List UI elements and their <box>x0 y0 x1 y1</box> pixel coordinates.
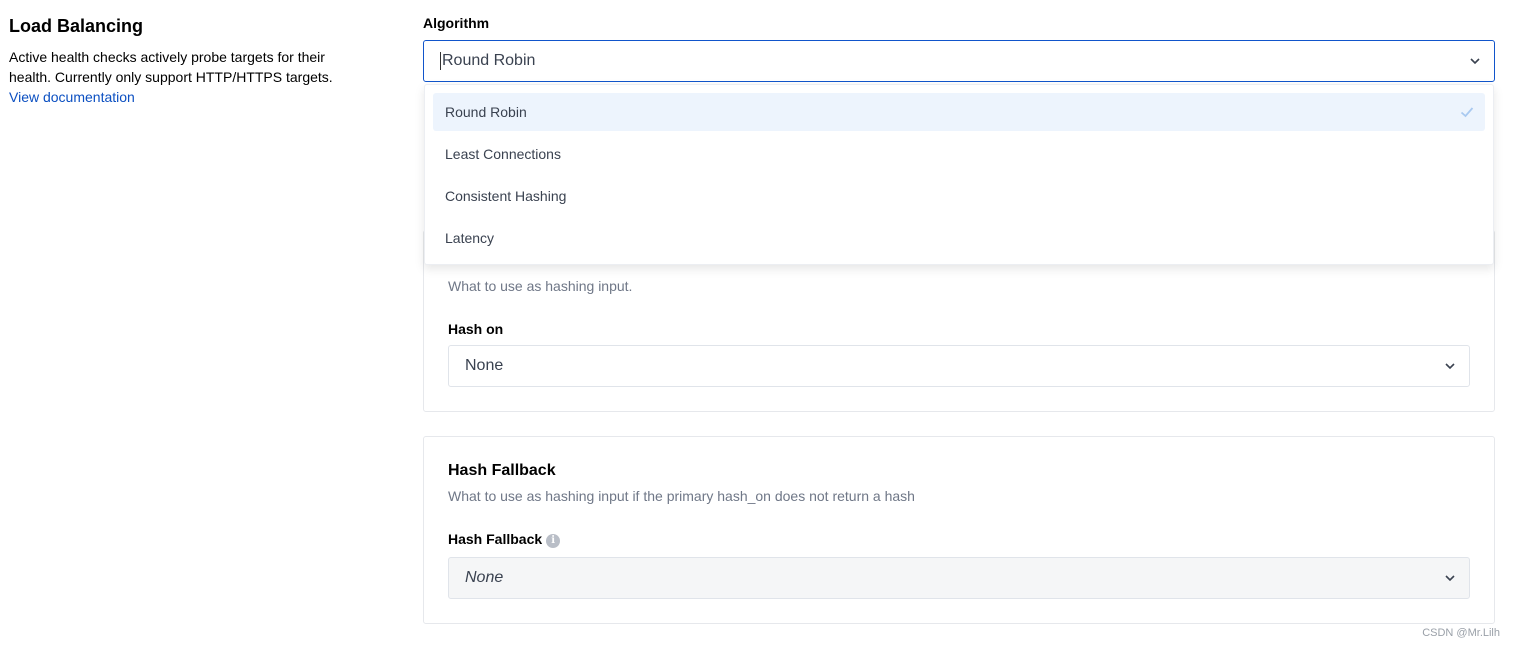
algorithm-label: Algorithm <box>423 15 490 31</box>
info-icon[interactable]: i <box>546 534 561 548</box>
watermark: CSDN @Mr.Lilh <box>1422 627 1500 639</box>
algorithm-select[interactable]: Round Robin <box>423 40 1495 82</box>
hash-fallback-select[interactable]: None <box>448 557 1470 599</box>
view-documentation-link[interactable]: View documentation <box>9 87 135 107</box>
section-title: Load Balancing <box>9 16 144 36</box>
text-caret <box>440 52 441 70</box>
chevron-down-icon <box>1445 363 1455 370</box>
chevron-down-icon <box>1470 58 1480 65</box>
hash-fallback-select-value: None <box>465 569 504 586</box>
algorithm-select-value: Round Robin <box>442 52 536 69</box>
menu-item-latency[interactable]: Latency <box>433 219 1485 257</box>
page: Load Balancing Active health checks acti… <box>0 0 1515 647</box>
check-icon <box>1460 107 1474 118</box>
hash-fallback-label-text: Hash Fallback <box>448 531 543 547</box>
hash-on-select-value: None <box>465 357 504 374</box>
menu-item-consistent-hashing[interactable]: Consistent Hashing <box>433 177 1485 215</box>
menu-item-label: Least Connections <box>445 146 561 162</box>
hash-fallback-title: Hash Fallback <box>448 462 556 479</box>
hash-fallback-card: Hash Fallback What to use as hashing inp… <box>423 436 1495 624</box>
hash-fallback-label: Hash Fallback i <box>448 531 561 548</box>
hash-fallback-help: What to use as hashing input if the prim… <box>448 488 915 504</box>
menu-item-round-robin[interactable]: Round Robin <box>433 93 1485 131</box>
hash-on-label: Hash on <box>448 321 504 337</box>
hash-on-select[interactable]: None <box>448 345 1470 387</box>
menu-item-label: Latency <box>445 230 495 246</box>
chevron-down-icon <box>1445 575 1455 582</box>
hash-on-help: What to use as hashing input. <box>448 278 633 294</box>
menu-item-label: Consistent Hashing <box>445 188 567 204</box>
menu-item-label: Round Robin <box>445 104 527 120</box>
section-info: Load Balancing Active health checks acti… <box>9 14 369 107</box>
menu-item-least-connections[interactable]: Least Connections <box>433 135 1485 173</box>
algorithm-dropdown-menu: Round Robin Least Connections Consistent… <box>424 84 1494 265</box>
section-description: Active health checks actively probe targ… <box>9 49 333 85</box>
